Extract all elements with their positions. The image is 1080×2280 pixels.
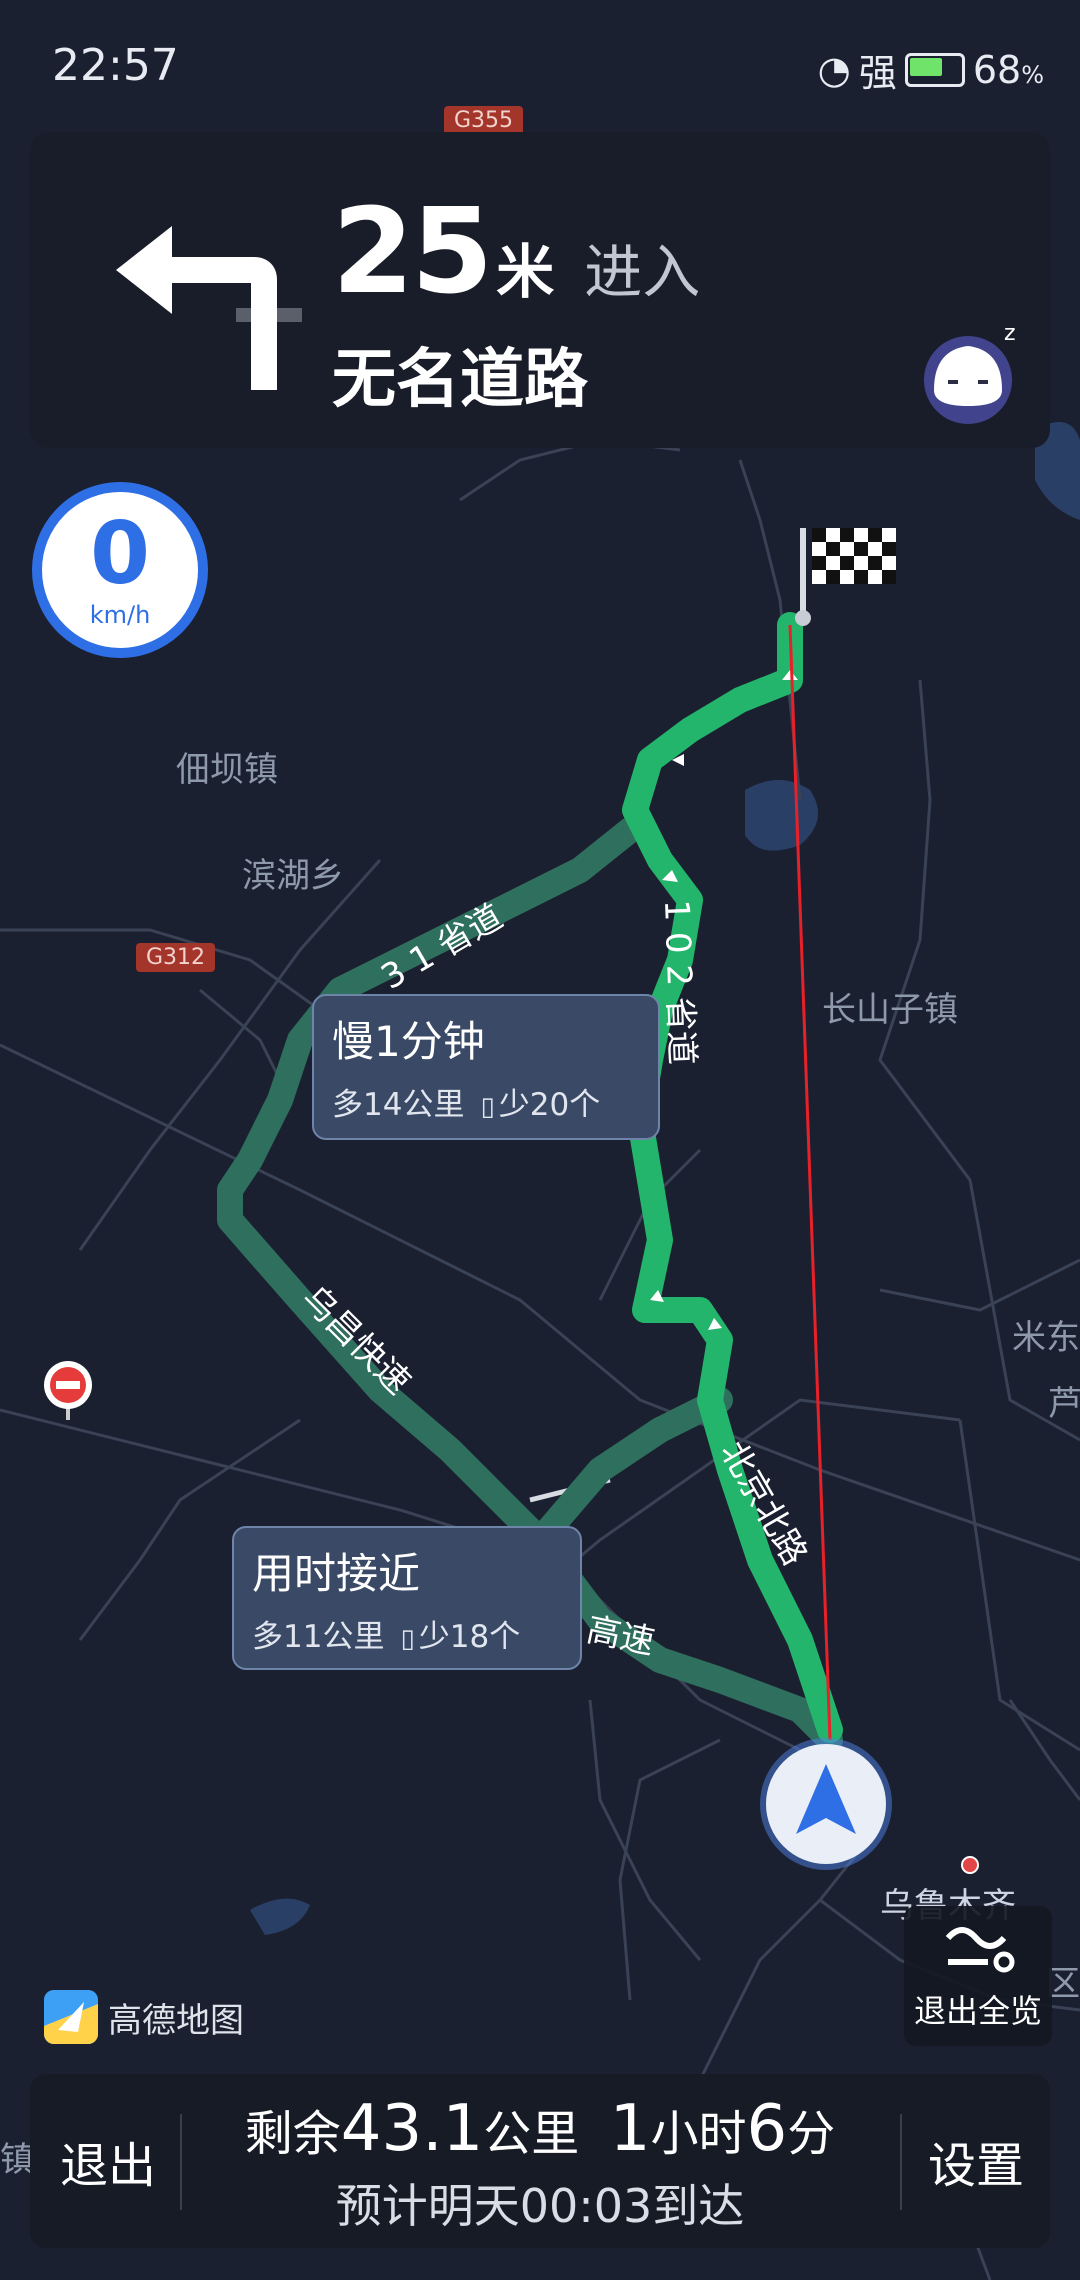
trip-summary[interactable]: 剩余43.1公里 1小时6分 预计明天00:03到达 [180, 2092, 900, 2236]
town-label-changshanzi: 长山子镇 [822, 990, 958, 1030]
battery-level: 68 [972, 47, 1022, 92]
speed-unit: km/h [89, 601, 151, 629]
bottom-trip-bar: 退出 剩余43.1公里 1小时6分 预计明天00:03到达 设置 [30, 2074, 1050, 2248]
exit-navigation-button[interactable]: 退出 [60, 2126, 156, 2196]
settings-button[interactable]: 设置 [928, 2126, 1024, 2196]
remaining-distance-unit: 公里 [483, 2106, 580, 2162]
signal-strength: 强 [858, 51, 897, 95]
town-label-lu: 芦 [1048, 1384, 1080, 1424]
remaining-label: 剩余 [244, 2106, 341, 2162]
wifi-icon: ◔ [817, 47, 851, 92]
battery-icon [904, 52, 965, 87]
highway-badge-g355: G355 [444, 106, 524, 135]
amap-brand: 高德地图 [44, 1990, 244, 2044]
speed-value: 0 [90, 504, 150, 604]
divider [900, 2114, 902, 2210]
alt-route-bubble-2[interactable]: 用时接近 多11公里 ▯ 少18个 [232, 1526, 582, 1670]
hours-unit: 小时 [650, 2106, 747, 2162]
turn-distance: 25 米 进入 [332, 182, 700, 320]
alt-route-bubble-1[interactable]: 慢1分钟 多14公里 ▯ 少20个 [312, 994, 660, 1140]
amap-logo-icon [44, 1990, 98, 2044]
town-label-midong: 米东 [1012, 1318, 1080, 1358]
svg-text:z: z [1004, 321, 1016, 346]
road-label-s102: 1 0 2 省道 [656, 899, 702, 1066]
navigation-arrow-icon [796, 1764, 856, 1834]
traffic-light-icon: ▯ [480, 1092, 495, 1122]
current-location-marker[interactable] [766, 1744, 886, 1864]
exit-overview-label: 退出全览 [913, 1992, 1042, 2030]
minutes-unit: 分 [787, 2106, 836, 2162]
distance-value: 25 [332, 182, 493, 320]
town-label-edge: 镇 [0, 2140, 34, 2180]
voice-assistant-icon[interactable]: z [912, 310, 1032, 430]
highway-badge-g312: G312 [136, 943, 216, 972]
battery-unit: % [1021, 60, 1044, 89]
speedometer: 0 km/h [32, 482, 208, 658]
turn-action: 进入 [584, 238, 701, 306]
traffic-light-icon: ▯ [400, 1624, 415, 1654]
route-overview-icon [945, 1927, 1015, 1973]
alt-route-extra-distance: 多14公里 [332, 1087, 465, 1123]
exit-overview-button[interactable]: 退出全览 [904, 1906, 1052, 2046]
remaining-hours: 1 [609, 2092, 651, 2166]
town-label-dianba: 佃坝镇 [176, 750, 278, 790]
poi-dot-icon [961, 1856, 979, 1874]
alt-route-lights: 少20个 [498, 1087, 601, 1123]
distance-unit: 米 [496, 238, 555, 306]
remaining-distance: 43.1 [340, 2092, 484, 2166]
alt-route-title: 用时接近 [252, 1549, 421, 1598]
alt-route-extra-distance: 多11公里 [252, 1619, 385, 1655]
status-icons: ◔ 强 68% [818, 42, 1044, 97]
clock: 22:57 [52, 40, 179, 91]
alt-route-lights: 少18个 [418, 1619, 521, 1655]
town-label-binhu: 滨湖乡 [242, 856, 344, 896]
status-bar: 22:57 ◔ 强 68% [0, 0, 1080, 130]
turn-guidance-card[interactable]: 25 米 进入 无名道路 z [30, 132, 1050, 448]
alt-route-title: 慢1分钟 [332, 1017, 485, 1066]
amap-brand-name: 高德地图 [108, 2000, 244, 2041]
eta-text: 预计明天00:03到达 [335, 2179, 745, 2233]
next-road-name: 无名道路 [332, 343, 588, 417]
remaining-minutes: 6 [746, 2092, 788, 2166]
turn-left-arrow-icon [116, 226, 302, 390]
